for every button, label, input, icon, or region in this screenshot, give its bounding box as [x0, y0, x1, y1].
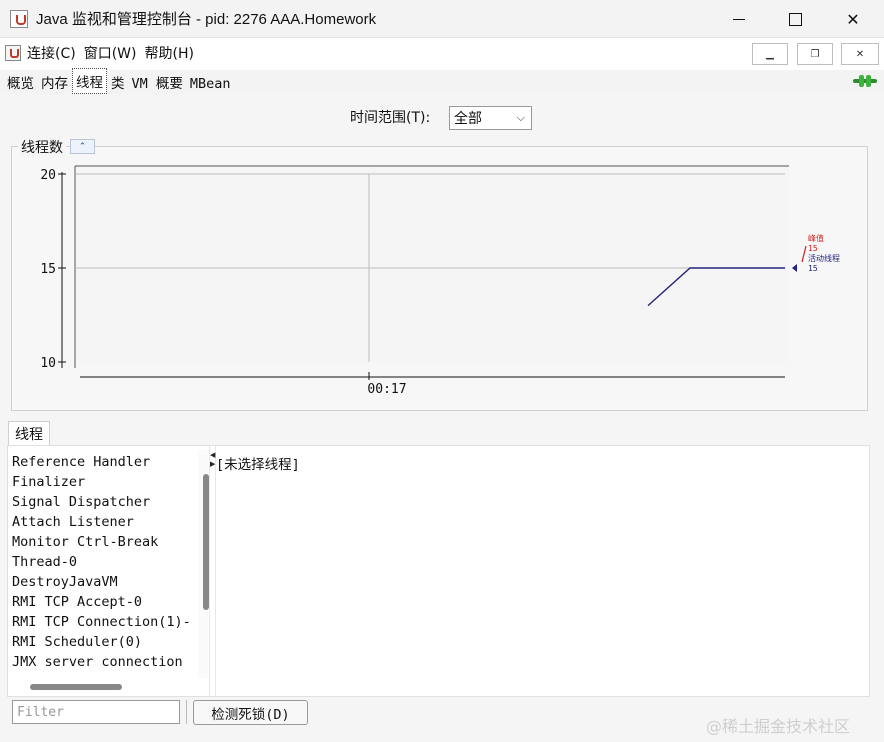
split-right-arrow-icon[interactable]: ▶ — [210, 460, 215, 468]
list-item[interactable]: Signal Dispatcher — [12, 492, 197, 512]
detect-deadlock-button[interactable]: 检测死锁(D) — [193, 700, 308, 725]
list-item[interactable]: DestroyJavaVM — [12, 572, 197, 592]
list-item[interactable]: RMI TCP Accept-0 — [12, 592, 197, 612]
x-tick-label: 00:17 — [367, 382, 406, 397]
legend-peak-marker — [801, 245, 807, 263]
legend-live-value: 15 — [808, 264, 818, 273]
y-tick-label: 15 — [40, 262, 56, 277]
list-item[interactable]: JMX server connection — [12, 652, 197, 672]
list-item[interactable]: RMI TCP Connection(1)- — [12, 612, 197, 632]
hscroll-thumb[interactable] — [30, 684, 122, 690]
split-left-arrow-icon[interactable]: ◀ — [210, 451, 215, 459]
legend-peak-value: 15 — [808, 244, 818, 253]
threads-area: Reference Handler Finalizer Signal Dispa… — [7, 445, 870, 697]
list-item[interactable]: Thread-0 — [12, 552, 197, 572]
threads-subtab[interactable]: 线程 — [8, 421, 50, 445]
y-tick-label: 20 — [40, 168, 56, 183]
filter-input[interactable] — [12, 700, 180, 724]
legend-live-arrow — [792, 264, 797, 272]
y-tick-label: 10 — [40, 356, 56, 371]
thread-list: Reference Handler Finalizer Signal Dispa… — [12, 452, 197, 672]
split-divider[interactable] — [209, 446, 216, 696]
watermark: @稀土掘金技术社区 — [706, 717, 851, 736]
list-item[interactable]: Finalizer — [12, 472, 197, 492]
toolbar-separator — [186, 700, 187, 724]
list-item[interactable]: RMI Scheduler(0) — [12, 632, 197, 652]
list-item[interactable]: Monitor Ctrl-Break — [12, 532, 197, 552]
legend-peak-label: 峰值 — [808, 233, 824, 243]
thread-detail-text: [未选择线程] — [216, 457, 300, 473]
list-item[interactable]: Attach Listener — [12, 512, 197, 532]
list-item[interactable]: Reference Handler — [12, 452, 197, 472]
legend-live-label: 活动线程 — [808, 253, 840, 263]
